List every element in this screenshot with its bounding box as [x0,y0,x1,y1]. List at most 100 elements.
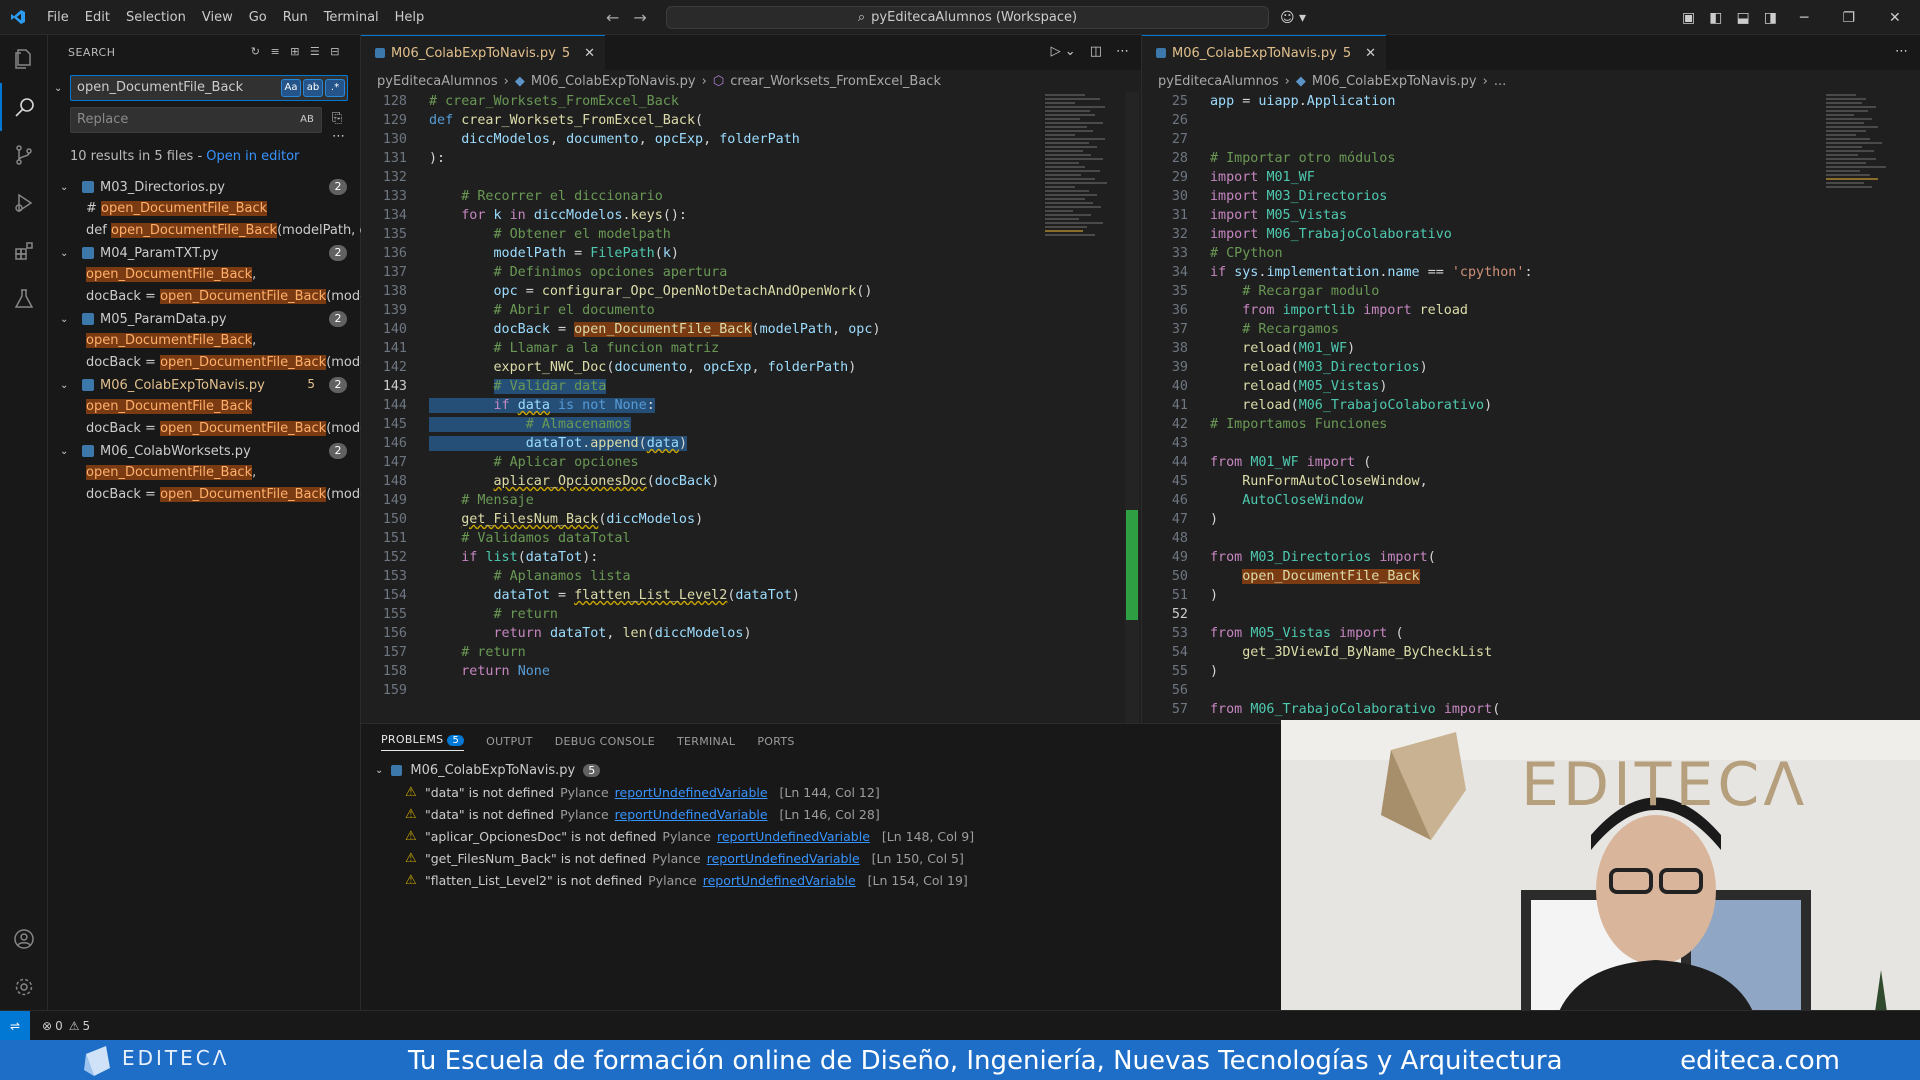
toggle-panel-icon[interactable]: ⬓ [1736,10,1749,26]
menu-terminal[interactable]: Terminal [316,0,387,35]
result-file-row[interactable]: ⌄ M04_ParamTXT.py 2 [48,242,361,264]
result-file-row[interactable]: ⌄ M06_ColabWorksets.py 2 [48,440,361,462]
split-editor-icon[interactable]: ◫ [1090,44,1102,59]
menu-selection[interactable]: Selection [118,0,194,35]
run-debug-icon[interactable] [0,179,48,227]
menu-run[interactable]: Run [275,0,316,35]
tab-problems[interactable]: PROBLEMS 5 [381,733,465,751]
close-icon[interactable]: ✕ [1889,10,1901,26]
result-match-row[interactable]: open_DocumentFile_Back, [48,264,361,286]
minimap-right[interactable] [1826,92,1906,723]
result-match-row[interactable]: # open_DocumentFile_Back [48,198,361,220]
result-match-row[interactable]: docBack = open_DocumentFile_Back(modelPa… [48,418,361,440]
toggle-secondary-sidebar-icon[interactable]: ◨ [1764,10,1777,26]
tab-ports[interactable]: PORTS [757,735,794,748]
refresh-icon[interactable]: ↻ [251,45,261,58]
source-control-icon[interactable] [0,131,48,179]
close-tab-icon[interactable]: ✕ [584,46,595,61]
problem-row[interactable]: ⚠ "data" is not defined Pylance reportUndef… [361,803,1281,825]
error-count[interactable]: 0 [55,1019,63,1033]
search-input[interactable]: open_DocumentFile_Back Aa ab .* [70,75,348,101]
warning-count[interactable]: 5 [82,1019,90,1033]
new-search-editor-icon[interactable]: ⊞ [290,45,300,58]
match-whole-word-button[interactable]: ab [303,79,323,97]
minimap-left[interactable] [1045,92,1125,723]
open-in-editor-link[interactable]: Open in editor [206,149,299,164]
view-as-tree-icon[interactable]: ☰ [310,45,320,58]
result-match-row[interactable]: docBack = open_DocumentFile_Back(modelPa… [48,286,361,308]
result-file-row[interactable]: ⌄ M05_ParamData.py 2 [48,308,361,330]
preserve-case-button[interactable]: AB [297,111,317,129]
problem-row[interactable]: ⚠ "aplicar_OpcionesDoc" is not defined Pyl… [361,825,1281,847]
more-options-icon[interactable]: ⋯ [332,129,345,144]
accounts-icon[interactable] [0,915,48,963]
tab-debug-console[interactable]: DEBUG CONSOLE [555,735,655,748]
search-icon[interactable] [0,83,48,131]
tab-m06-colabexptonavis-right[interactable]: M06_ColabExpToNavis.py 5 ✕ [1142,35,1386,70]
code-editor-left[interactable]: 128 # crear_Worksets_FromExcel_Back 129 de… [361,92,1141,723]
layout-customize-icon[interactable]: ▣ [1682,10,1695,26]
menu-go[interactable]: Go [241,0,275,35]
match-case-button[interactable]: Aa [281,79,301,97]
run-python-icon[interactable]: ▷ ⌄ [1051,44,1076,59]
command-center[interactable]: ⌕ pyEditecaAlumnos (Workspace) [666,6,1269,29]
breadcrumb-file[interactable]: M06_ColabExpToNavis.py [1312,74,1477,89]
clear-results-icon[interactable]: ≡ [270,45,280,58]
breadcrumb-folder[interactable]: pyEditecaAlumnos [1158,74,1279,89]
problems-file-row[interactable]: ⌄ M06_ColabExpToNavis.py 5 [361,759,1281,781]
problem-row[interactable]: ⚠ "flatten_List_Level2" is not defined Pyl… [361,869,1281,891]
breadcrumb: pyEditecaAlumnos › ◆ M06_ColabExpToNavis… [1142,70,1920,92]
replace-all-icon[interactable]: ⎘ [332,111,342,126]
result-file-row[interactable]: ⌄ M03_Directorios.py 2 [48,176,361,198]
minimize-icon[interactable]: ─ [1800,10,1808,26]
remote-indicator-icon[interactable]: ⇌ [0,1010,30,1041]
breadcrumb-symbol[interactable]: crear_Worksets_FromExcel_Back [730,74,941,89]
toggle-replace-chevron-icon[interactable]: ⌄ [54,83,62,94]
testing-icon[interactable] [0,275,48,323]
breadcrumb-file[interactable]: M06_ColabExpToNavis.py [531,74,696,89]
problem-row[interactable]: ⚠ "get_FilesNum_Back" is not defined Pylan… [361,847,1281,869]
collapse-all-icon[interactable]: ⊟ [330,45,340,58]
problem-code-link[interactable]: reportUndefinedVariable [707,851,860,866]
problem-code-link[interactable]: reportUndefinedVariable [615,785,768,800]
extensions-icon[interactable] [0,227,48,275]
replace-input[interactable]: Replace AB [70,107,322,133]
match-suffix: (modelPa... [326,487,361,502]
copilot-icon[interactable]: ☺ ▾ [1280,0,1306,35]
result-match-row[interactable]: open_DocumentFile_Back, [48,462,361,484]
back-arrow-icon[interactable]: ← [606,8,619,27]
problem-code-link[interactable]: reportUndefinedVariable [717,829,870,844]
code-editor-right[interactable]: 25 app = uiapp.Application 26 27 28 # Impo… [1142,92,1920,723]
tab-output[interactable]: OUTPUT [486,735,533,748]
match-suffix: , [252,465,257,480]
tab-terminal[interactable]: TERMINAL [677,735,735,748]
forward-arrow-icon[interactable]: → [633,8,646,27]
more-actions-icon[interactable]: ⋯ [1116,44,1129,59]
result-match-row[interactable]: open_DocumentFile_Back [48,396,361,418]
result-match-row[interactable]: docBack = open_DocumentFile_Back(modelPa… [48,484,361,506]
problem-code-link[interactable]: reportUndefinedVariable [615,807,768,822]
problem-code-link[interactable]: reportUndefinedVariable [703,873,856,888]
settings-gear-icon[interactable] [0,963,48,1011]
breadcrumb-folder[interactable]: pyEditecaAlumnos [377,74,498,89]
more-actions-icon[interactable]: ⋯ [1895,44,1908,59]
explorer-icon[interactable] [0,35,48,83]
result-match-row[interactable]: docBack = open_DocumentFile_Back(modelPa… [48,352,361,374]
warnings-icon[interactable]: ⚠ [69,1019,80,1033]
close-tab-icon[interactable]: ✕ [1365,46,1376,61]
result-match-row[interactable]: open_DocumentFile_Back, [48,330,361,352]
menu-view[interactable]: View [194,0,241,35]
problem-row[interactable]: ⚠ "data" is not defined Pylance reportUndef… [361,781,1281,803]
result-match-row[interactable]: def open_DocumentFile_Back(modelPath, op… [48,220,361,242]
toggle-sidebar-icon[interactable]: ◧ [1709,10,1722,26]
use-regex-button[interactable]: .* [325,79,345,97]
menu-file[interactable]: File [39,0,77,35]
restore-icon[interactable]: ❐ [1842,10,1855,26]
result-file-row[interactable]: ⌄ M06_ColabExpToNavis.py 5 2 [48,374,361,396]
breadcrumb-symbol[interactable]: ... [1494,74,1506,89]
menu-help[interactable]: Help [387,0,433,35]
errors-icon[interactable]: ⊗ [42,1019,52,1033]
scrollbar-left[interactable] [1125,92,1139,723]
tab-m06-colabexptonavis[interactable]: M06_ColabExpToNavis.py 5 ✕ [361,35,605,70]
menu-edit[interactable]: Edit [77,0,118,35]
